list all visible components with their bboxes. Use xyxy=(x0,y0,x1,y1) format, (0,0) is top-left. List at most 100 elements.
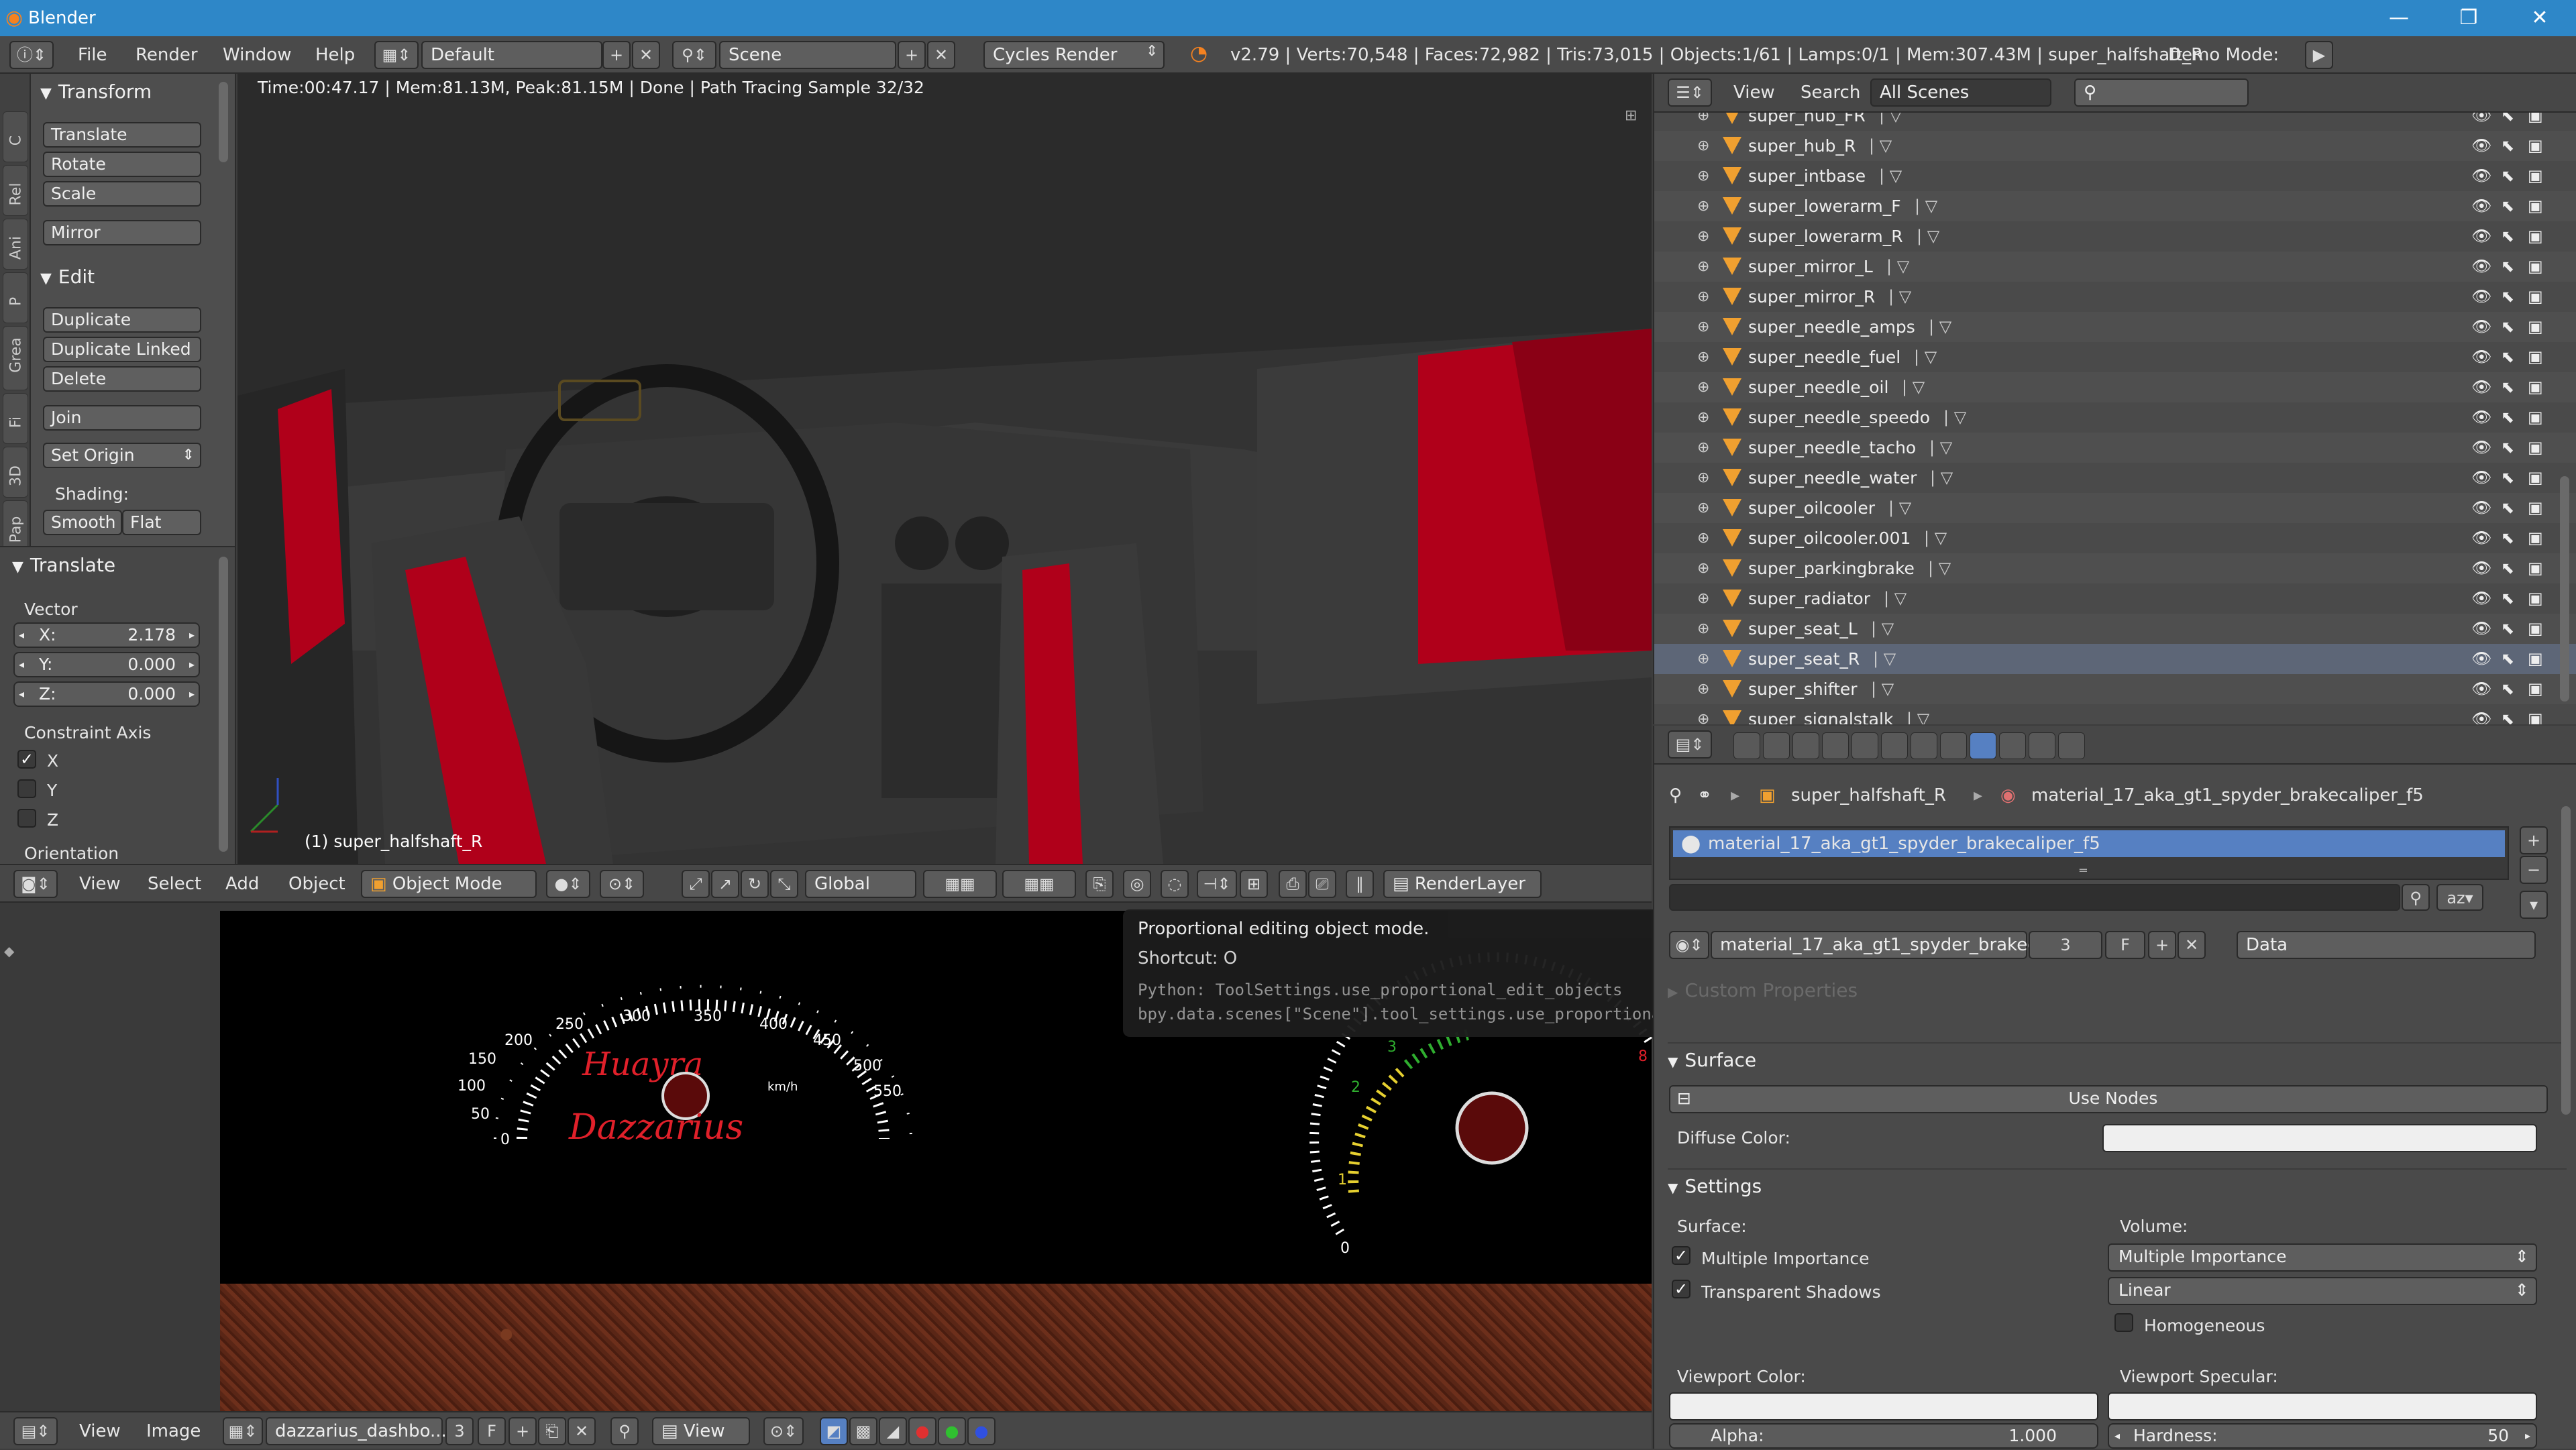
layers-grid-2-icon[interactable]: ▦▦ xyxy=(1002,870,1076,898)
menu-view[interactable]: View xyxy=(79,1412,121,1450)
render-icon[interactable]: ▣ xyxy=(2528,674,2543,704)
eye-icon[interactable]: 👁 xyxy=(2471,312,2491,342)
eye-icon[interactable]: 👁 xyxy=(2471,463,2491,493)
edit-panel-header[interactable]: ▼ Edit xyxy=(34,262,207,292)
unlink-material-icon[interactable]: ✕ xyxy=(2178,931,2206,959)
menu-file[interactable]: File xyxy=(78,36,107,74)
volume-sampling-dropdown[interactable]: Multiple Importance ⇕ xyxy=(2108,1243,2537,1272)
multiple-importance-checkbox[interactable]: ✓ xyxy=(1672,1246,1690,1265)
outliner-row[interactable]: ⊕ super_needle_amps 👁 ⬉ ▣ | ▽ xyxy=(1654,312,2576,342)
menu-window[interactable]: Window xyxy=(223,36,292,74)
eye-icon[interactable]: 👁 xyxy=(2471,523,2491,553)
channel-rgb-icon[interactable]: ◩ xyxy=(820,1417,848,1445)
play-icon[interactable]: ▶ xyxy=(2305,41,2333,69)
outliner-row[interactable]: ⊕ super_seat_R 👁 ⬉ ▣ | ▽ xyxy=(1654,644,2576,674)
link-dropdown[interactable]: Data xyxy=(2237,931,2536,959)
render-icon[interactable]: ▣ xyxy=(2528,402,2543,433)
outliner-row[interactable]: ⊕ super_lowerarm_F 👁 ⬉ ▣ | ▽ xyxy=(1654,191,2576,221)
image-editor-type-icon[interactable]: ▤⇕ xyxy=(13,1417,58,1445)
menu-select[interactable]: Select xyxy=(148,865,201,903)
expand-icon[interactable]: ⊕ xyxy=(1697,614,1709,644)
object-tab-icon[interactable] xyxy=(1851,732,1878,759)
expand-icon[interactable]: ⊕ xyxy=(1697,402,1709,433)
layers-grid-icon[interactable]: ▦▦ xyxy=(923,870,997,898)
outliner-row[interactable]: ⊕ super_needle_fuel 👁 ⬉ ▣ | ▽ xyxy=(1654,342,2576,372)
vector-y-field[interactable]: ◂ Y: 0.000 ▸ xyxy=(13,652,200,677)
render-icon[interactable]: ▣ xyxy=(2528,282,2543,312)
tab-physics[interactable]: P xyxy=(3,272,28,323)
delete-button[interactable]: Delete xyxy=(43,366,201,392)
cursor-icon[interactable]: ⬉ xyxy=(2501,523,2514,553)
expand-icon[interactable]: ⊕ xyxy=(1697,433,1709,463)
particles-tab-icon[interactable] xyxy=(2029,732,2055,759)
outliner-row[interactable]: ⊕ super_parkingbrake 👁 ⬉ ▣ | ▽ xyxy=(1654,553,2576,583)
translate-button[interactable]: Translate xyxy=(43,122,201,148)
expand-icon[interactable]: ⊕ xyxy=(1697,312,1709,342)
view-mode-dropdown[interactable]: ▤ View xyxy=(652,1417,750,1445)
cursor-icon[interactable]: ⬉ xyxy=(2501,463,2514,493)
cursor-icon[interactable]: ⬉ xyxy=(2501,674,2514,704)
remove-scene-icon[interactable]: ✕ xyxy=(927,41,955,69)
cursor-icon[interactable]: ⬉ xyxy=(2501,161,2514,191)
render-icon[interactable]: ▣ xyxy=(2528,372,2543,402)
render-icon[interactable]: ▣ xyxy=(2528,614,2543,644)
render-icon[interactable]: ▣ xyxy=(2528,312,2543,342)
tab-create[interactable]: C xyxy=(3,111,28,162)
expand-icon[interactable]: ⊕ xyxy=(1697,161,1709,191)
screen-layout-icon[interactable]: ▦⇕ xyxy=(374,41,419,69)
add-layout-icon[interactable]: + xyxy=(602,41,631,69)
expand-icon[interactable]: ⊕ xyxy=(1697,131,1709,161)
modifiers-tab-icon[interactable] xyxy=(1911,732,1937,759)
outliner-row[interactable]: ⊕ super_shifter 👁 ⬉ ▣ | ▽ xyxy=(1654,674,2576,704)
render-icon[interactable]: ▣ xyxy=(2528,113,2543,131)
channel-red-icon[interactable]: ● xyxy=(908,1417,936,1445)
hardness-field[interactable]: ◂ Hardness: 50 ▸ xyxy=(2108,1423,2537,1449)
menu-object[interactable]: Object xyxy=(288,865,345,903)
outliner-row[interactable]: ⊕ super_intbase 👁 ⬉ ▣ | ▽ xyxy=(1654,161,2576,191)
tab-grease-pencil[interactable]: Grea xyxy=(3,326,28,390)
eye-icon[interactable]: 👁 xyxy=(2471,282,2491,312)
eye-icon[interactable]: 👁 xyxy=(2471,704,2491,724)
browse-material-icon[interactable]: ◉⇕ xyxy=(1669,931,1709,959)
outliner-row[interactable]: ⊕ super_needle_tacho 👁 ⬉ ▣ | ▽ xyxy=(1654,433,2576,463)
duplicate-button[interactable]: Duplicate xyxy=(43,307,201,333)
render-icon[interactable]: ▣ xyxy=(2528,342,2543,372)
vector-x-field[interactable]: ◂ X: 2.178 ▸ xyxy=(13,622,200,648)
cursor-icon[interactable]: ⬉ xyxy=(2501,493,2514,523)
outliner-row[interactable]: ⊕ super_lowerarm_R 👁 ⬉ ▣ | ▽ xyxy=(1654,221,2576,252)
set-origin-dropdown[interactable]: Set Origin ⇕ xyxy=(43,443,201,468)
pin-icon[interactable]: ⚲ xyxy=(610,1417,639,1445)
expand-icon[interactable]: ⊕ xyxy=(1697,493,1709,523)
expand-icon[interactable]: ⊕ xyxy=(1697,463,1709,493)
viewport-shading-icon[interactable]: ●⇕ xyxy=(546,870,590,898)
cursor-icon[interactable]: ⬉ xyxy=(2501,583,2514,614)
expand-icon[interactable]: ⊕ xyxy=(1697,342,1709,372)
outliner-row[interactable]: ⊕ super_mirror_L 👁 ⬉ ▣ | ▽ xyxy=(1654,252,2576,282)
material-slot-item[interactable]: ⬤ material_17_aka_gt1_spyder_brakecalipe… xyxy=(1673,830,2505,857)
world-tab-icon[interactable] xyxy=(1822,732,1849,759)
material-users-count[interactable]: 3 xyxy=(2029,931,2102,959)
transform-orientation-dropdown[interactable]: Global xyxy=(805,870,916,898)
scene-icon[interactable]: ⚲⇕ xyxy=(672,41,716,69)
tool-shelf-scrollbar[interactable] xyxy=(219,82,228,162)
cursor-icon[interactable]: ⬉ xyxy=(2501,402,2514,433)
vector-z-field[interactable]: ◂ Z: 0.000 ▸ xyxy=(13,681,200,707)
material-fake-user-button[interactable]: F xyxy=(2105,931,2145,959)
channel-alpha-icon[interactable]: ▩ xyxy=(849,1417,877,1445)
opengl-render-icon[interactable]: ⎙ xyxy=(1279,870,1307,898)
cursor-icon[interactable]: ⬉ xyxy=(2501,644,2514,674)
outliner-row[interactable]: ⊕ super_hub_FR 👁 ⬉ ▣ | ▽ xyxy=(1654,113,2576,131)
minimize-button[interactable]: — xyxy=(2372,0,2426,36)
texture-tab-icon[interactable] xyxy=(1999,732,2026,759)
eye-icon[interactable]: 👁 xyxy=(2471,553,2491,583)
settings-panel-header[interactable]: ▼ Settings xyxy=(1668,1168,2567,1202)
duplicate-linked-button[interactable]: Duplicate Linked xyxy=(43,337,201,362)
outliner-row[interactable]: ⊕ super_signalstalk 👁 ⬉ ▣ | ▽ xyxy=(1654,704,2576,724)
uv-sync-icon[interactable]: ⊙⇕ xyxy=(763,1417,804,1445)
outliner-row[interactable]: ⊕ super_needle_speedo 👁 ⬉ ▣ | ▽ xyxy=(1654,402,2576,433)
viewport-specular-swatch[interactable] xyxy=(2108,1392,2537,1420)
manipulator-icon[interactable]: ⤢ xyxy=(682,870,710,898)
menu-help[interactable]: Help xyxy=(315,36,355,74)
cursor-icon[interactable]: ⬉ xyxy=(2501,282,2514,312)
tab-3d[interactable]: 3D xyxy=(3,447,28,498)
